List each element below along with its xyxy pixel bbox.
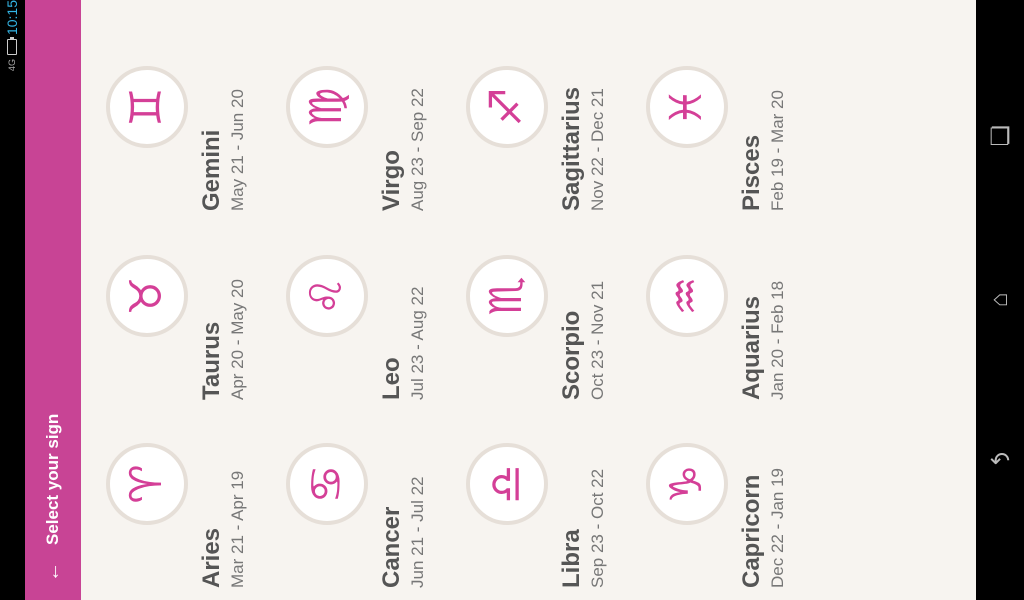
sign-label: Aries Mar 21 - Apr 19 xyxy=(197,388,257,588)
home-icon[interactable]: ⌂ xyxy=(982,286,1018,314)
libra-icon: ♎ xyxy=(481,464,532,504)
sign-dates: Nov 22 - Dec 21 xyxy=(588,88,607,211)
sign-label: Scorpio Oct 23 - Nov 21 xyxy=(557,200,617,400)
sign-name: Scorpio xyxy=(558,310,585,400)
sign-name: Pisces xyxy=(738,134,765,211)
sign-circle[interactable]: ♒ xyxy=(646,255,728,337)
sign-label: Cancer Jun 21 - Jul 22 xyxy=(377,388,437,588)
sign-dates: Oct 23 - Nov 21 xyxy=(588,280,607,400)
sign-name: Capricorn xyxy=(738,474,765,588)
sign-circle[interactable]: ♈ xyxy=(106,443,188,525)
app-bar: ← Select your sign xyxy=(25,0,81,600)
network-indicator: 4G xyxy=(7,59,17,72)
sign-name: Cancer xyxy=(378,506,405,588)
system-nav-bar: ❐ ⌂ ↶ xyxy=(976,0,1024,600)
sign-circle[interactable]: ♎ xyxy=(466,443,548,525)
back-icon[interactable]: ↶ xyxy=(986,444,1014,480)
sign-dates: Dec 22 - Jan 19 xyxy=(768,467,787,588)
sign-name: Aquarius xyxy=(738,295,765,400)
sign-dates: Jan 20 - Feb 18 xyxy=(768,280,787,400)
capricorn-icon: ♑ xyxy=(661,464,712,504)
status-bar: 4G 10:15 xyxy=(0,0,25,600)
sign-label: Aquarius Jan 20 - Feb 18 xyxy=(737,200,797,400)
sign-name: Libra xyxy=(558,529,585,588)
sign-circle[interactable]: ♊ xyxy=(106,66,188,148)
sign-circle[interactable]: ♋ xyxy=(286,443,368,525)
recents-icon[interactable]: ❐ xyxy=(986,120,1014,156)
sign-label: Libra Sep 23 - Oct 22 xyxy=(557,388,617,588)
sign-dates: Jun 21 - Jul 22 xyxy=(408,476,427,588)
sagittarius-icon: ♐ xyxy=(481,87,532,127)
sign-circle[interactable]: ♏ xyxy=(466,255,548,337)
sign-circle[interactable]: ♉ xyxy=(106,255,188,337)
sign-label: Capricorn Dec 22 - Jan 19 xyxy=(737,388,797,588)
sign-dates: Feb 19 - Mar 20 xyxy=(768,90,787,211)
clock: 10:15 xyxy=(4,0,20,36)
sign-dates: Mar 21 - Apr 19 xyxy=(228,470,247,588)
cancer-icon: ♋ xyxy=(301,464,352,504)
sign-label: Gemini May 21 - Jun 20 xyxy=(197,11,257,211)
aquarius-icon: ♒ xyxy=(661,276,712,316)
sign-name: Taurus xyxy=(198,321,225,400)
page-title: Select your sign xyxy=(43,413,62,545)
sign-label: Virgo Aug 23 - Sep 22 xyxy=(377,11,437,211)
arrow-back-icon[interactable]: ← xyxy=(42,561,64,583)
sign-dates: Aug 23 - Sep 22 xyxy=(408,88,427,211)
sign-circle[interactable]: ♍ xyxy=(286,66,368,148)
status-row: 4G 10:15 xyxy=(0,0,24,90)
battery-icon xyxy=(7,39,17,56)
sign-name: Virgo xyxy=(378,150,405,211)
sign-dates: Jul 23 - Aug 22 xyxy=(408,286,427,400)
sign-dates: May 21 - Jun 20 xyxy=(228,89,247,211)
sign-circle[interactable]: ♓ xyxy=(646,66,728,148)
gemini-icon: ♊ xyxy=(121,87,172,127)
pisces-icon: ♓ xyxy=(661,87,712,127)
sign-dates: Sep 23 - Oct 22 xyxy=(588,468,607,588)
sign-grid: ♊ Gemini May 21 - Jun 20 ♍ Virgo Aug 23 - … xyxy=(81,0,976,600)
sign-label: Pisces Feb 19 - Mar 20 xyxy=(737,11,797,211)
leo-icon: ♌ xyxy=(301,276,352,316)
sign-circle[interactable]: ♌ xyxy=(286,255,368,337)
sign-label: Sagittarius Nov 22 - Dec 21 xyxy=(557,11,617,211)
virgo-icon: ♍ xyxy=(301,87,352,127)
sign-circle[interactable]: ♑ xyxy=(646,443,728,525)
sign-label: Leo Jul 23 - Aug 22 xyxy=(377,200,437,400)
aries-icon: ♈ xyxy=(121,464,172,504)
sign-dates: Apr 20 - May 20 xyxy=(228,279,247,400)
taurus-icon: ♉ xyxy=(121,276,172,316)
sign-name: Gemini xyxy=(198,129,225,211)
sign-name: Aries xyxy=(198,527,225,588)
scorpio-icon: ♏ xyxy=(481,276,532,316)
sign-name: Leo xyxy=(378,357,405,400)
sign-label: Taurus Apr 20 - May 20 xyxy=(197,200,257,400)
sign-name: Sagittarius xyxy=(558,86,585,211)
sign-circle[interactable]: ♐ xyxy=(466,66,548,148)
